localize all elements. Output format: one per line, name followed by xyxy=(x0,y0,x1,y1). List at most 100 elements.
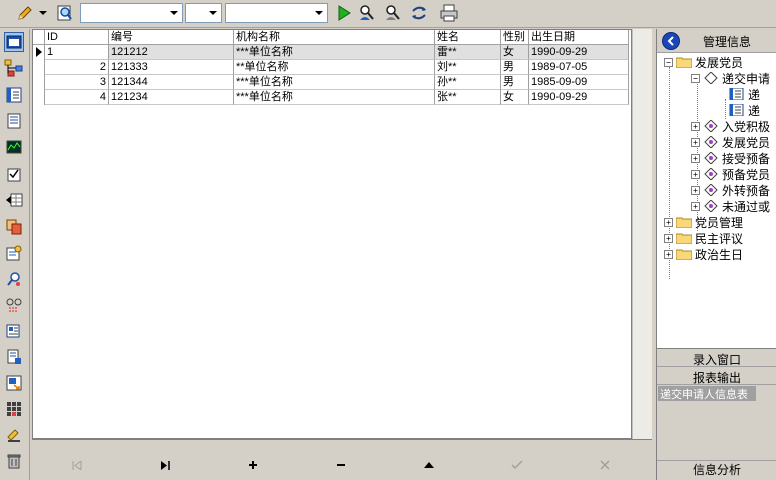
table-row[interactable]: 1 121212 ***单位名称 雷** 女 1990-09-29 xyxy=(33,45,629,60)
cell-gender[interactable]: 女 xyxy=(501,90,529,105)
tree-structure-icon[interactable] xyxy=(4,58,24,78)
cell-id[interactable]: 4 xyxy=(45,90,109,105)
cell-org[interactable]: **单位名称 xyxy=(234,60,435,75)
expand-toggle-icon[interactable]: + xyxy=(691,137,700,147)
copy-icon[interactable] xyxy=(4,217,24,237)
chevron-down-icon[interactable] xyxy=(311,5,326,21)
chevron-down-icon[interactable] xyxy=(166,5,181,21)
expand-toggle-icon[interactable]: + xyxy=(691,201,700,211)
collapse-toggle-icon[interactable]: − xyxy=(691,73,700,83)
first-record-icon[interactable] xyxy=(68,458,86,472)
tree-node-develop-member[interactable]: + 发展党员 xyxy=(691,134,770,150)
refresh-icon[interactable] xyxy=(408,3,430,23)
filter-value-combo[interactable] xyxy=(225,3,328,23)
cell-birth[interactable]: 1985-09-09 xyxy=(529,75,629,90)
export-icon[interactable] xyxy=(4,373,24,393)
pencil-icon[interactable] xyxy=(14,3,36,23)
document-edit-icon[interactable] xyxy=(4,347,24,367)
tree-node-application[interactable]: − 递交申请 xyxy=(691,70,770,86)
tree-node-accept-probation[interactable]: + 接受预备 xyxy=(691,150,770,166)
tree-node-democratic-review[interactable]: + 民主评议 xyxy=(664,230,743,246)
search-person-icon[interactable] xyxy=(356,3,378,23)
tree-node-transfer-out[interactable]: + 外转预备 xyxy=(691,182,770,198)
chart-icon[interactable] xyxy=(4,137,24,157)
vertical-scrollbar[interactable] xyxy=(632,29,652,439)
table-arrow-icon[interactable] xyxy=(4,190,24,210)
cell-org[interactable]: ***单位名称 xyxy=(234,90,435,105)
cell-birth[interactable]: 1990-09-29 xyxy=(529,90,629,105)
cell-birth[interactable]: 1990-09-29 xyxy=(529,45,629,60)
info-analysis-button[interactable]: 信息分析 xyxy=(657,460,776,477)
entry-window-button[interactable]: 录入窗口 xyxy=(657,351,776,367)
expand-toggle-icon[interactable]: + xyxy=(691,169,700,179)
tree-node-probationary-member[interactable]: + 预备党员 xyxy=(691,166,770,182)
cell-id[interactable]: 2 xyxy=(45,60,109,75)
window-icon[interactable] xyxy=(4,32,24,52)
last-record-icon[interactable] xyxy=(156,458,174,472)
cell-name[interactable]: 孙** xyxy=(435,75,501,90)
post-record-icon[interactable] xyxy=(508,458,526,472)
tree-leaf-1[interactable]: 递 xyxy=(729,86,760,102)
run-icon[interactable] xyxy=(333,3,355,23)
cell-gender[interactable]: 男 xyxy=(501,75,529,90)
cell-org[interactable]: ***单位名称 xyxy=(234,75,435,90)
cancel-record-icon[interactable] xyxy=(596,458,614,472)
find-icon[interactable] xyxy=(54,3,76,23)
tree-node-member-management[interactable]: + 党员管理 xyxy=(664,214,743,230)
cell-id[interactable]: 1 xyxy=(45,45,109,60)
column-header-id[interactable]: ID xyxy=(45,30,109,45)
filter-field-combo[interactable] xyxy=(80,3,183,23)
tree-node-development[interactable]: − 发展党员 xyxy=(664,54,743,70)
collapse-toggle-icon[interactable]: − xyxy=(664,57,673,67)
link-icon[interactable] xyxy=(4,295,24,315)
tree-node-activist[interactable]: + 入党积极 xyxy=(691,118,770,134)
expand-toggle-icon[interactable]: + xyxy=(691,121,700,131)
cell-code[interactable]: 121234 xyxy=(109,90,234,105)
delete-record-icon[interactable] xyxy=(332,458,350,472)
cell-name[interactable]: 刘** xyxy=(435,60,501,75)
report-list-item[interactable]: 递交申请人信息表 xyxy=(658,386,756,401)
user-search-icon[interactable] xyxy=(4,269,24,289)
table-row[interactable]: 3 121344 ***单位名称 孙** 男 1985-09-09 xyxy=(33,75,629,90)
form-icon[interactable] xyxy=(4,85,24,105)
cell-gender[interactable]: 男 xyxy=(501,60,529,75)
cell-gender[interactable]: 女 xyxy=(501,45,529,60)
document-icon[interactable] xyxy=(4,111,24,131)
report-icon[interactable] xyxy=(4,321,24,341)
data-grid[interactable]: ID 编号 机构名称 姓名 性别 出生日期 1 121212 ***单位名称 雷… xyxy=(32,29,632,439)
tree-node-political-birthday[interactable]: + 政治生日 xyxy=(664,246,743,262)
cell-name[interactable]: 雷** xyxy=(435,45,501,60)
column-header-org[interactable]: 机构名称 xyxy=(234,30,435,45)
column-header-code[interactable]: 编号 xyxy=(109,30,234,45)
print-icon[interactable] xyxy=(438,3,460,23)
cell-name[interactable]: 张** xyxy=(435,90,501,105)
report-output-button[interactable]: 报表输出 xyxy=(657,369,776,385)
cell-code[interactable]: 121333 xyxy=(109,60,234,75)
column-header-name[interactable]: 姓名 xyxy=(435,30,501,45)
tree-node-not-passed[interactable]: + 未通过或 xyxy=(691,198,770,214)
cell-org[interactable]: ***单位名称 xyxy=(234,45,435,60)
expand-toggle-icon[interactable]: + xyxy=(664,217,673,227)
tools-icon[interactable] xyxy=(4,425,24,445)
checklist-icon[interactable] xyxy=(4,164,24,184)
table-row[interactable]: 4 121234 ***单位名称 张** 女 1990-09-29 xyxy=(33,90,629,105)
cell-birth[interactable]: 1989-07-05 xyxy=(529,60,629,75)
search-clear-icon[interactable] xyxy=(382,3,404,23)
trash-icon[interactable] xyxy=(4,451,24,471)
edit-record-icon[interactable] xyxy=(420,458,438,472)
settings-form-icon[interactable] xyxy=(4,243,24,263)
collapse-panel-icon[interactable] xyxy=(662,32,680,50)
column-header-birth[interactable]: 出生日期 xyxy=(529,30,629,45)
expand-toggle-icon[interactable]: + xyxy=(664,233,673,243)
expand-toggle-icon[interactable]: + xyxy=(691,153,700,163)
table-row[interactable]: 2 121333 **单位名称 刘** 男 1989-07-05 xyxy=(33,60,629,75)
cell-code[interactable]: 121212 xyxy=(109,45,234,60)
grid-icon[interactable] xyxy=(4,399,24,419)
add-record-icon[interactable] xyxy=(244,458,262,472)
tree-leaf-2[interactable]: 递 xyxy=(729,102,760,118)
cell-code[interactable]: 121344 xyxy=(109,75,234,90)
navigation-tree[interactable]: − 发展党员 − 递交申请 递 递 + 入党积极 + 发展党员 + 接受预备 +… xyxy=(657,53,776,349)
chevron-down-icon[interactable] xyxy=(205,5,220,21)
cell-id[interactable]: 3 xyxy=(45,75,109,90)
column-header-gender[interactable]: 性别 xyxy=(501,30,529,45)
